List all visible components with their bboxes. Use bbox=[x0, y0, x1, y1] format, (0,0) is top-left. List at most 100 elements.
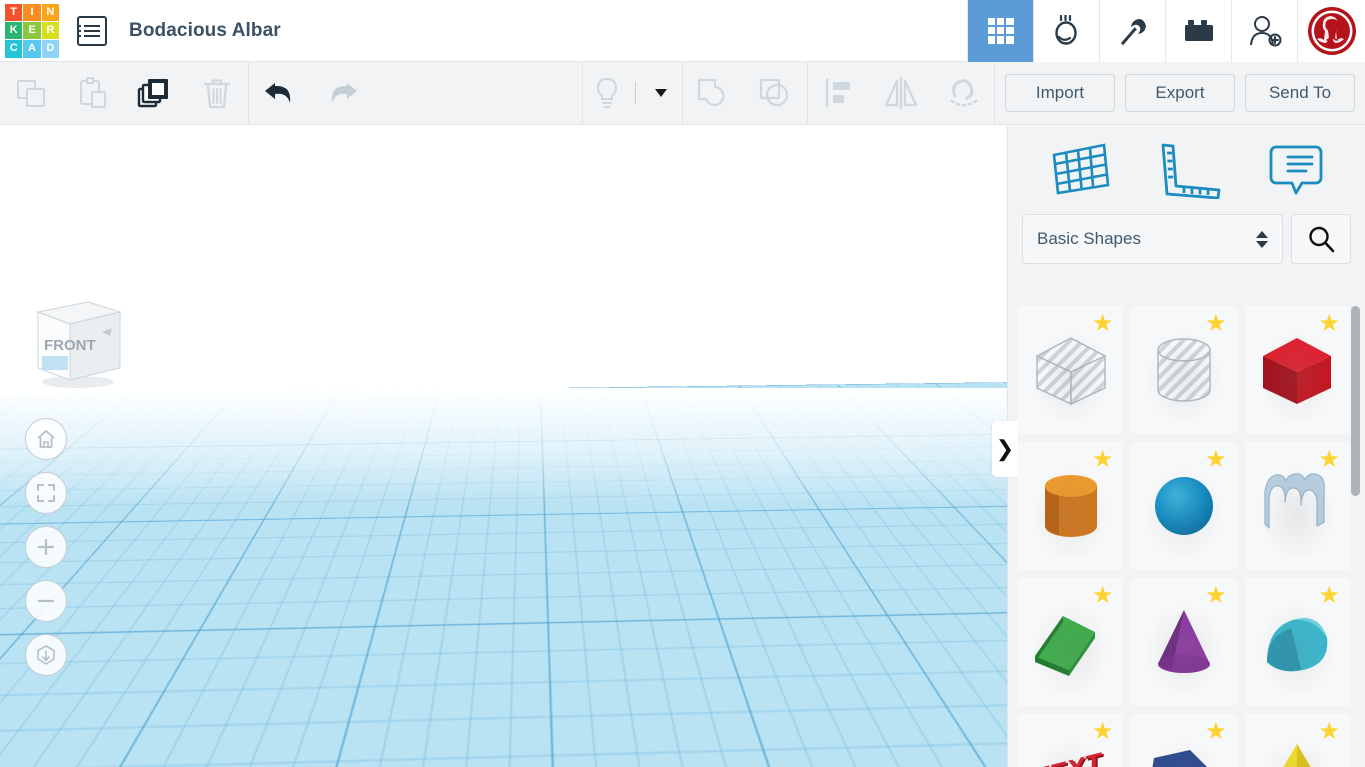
shape-item-sphere[interactable]: ★ bbox=[1131, 442, 1237, 570]
shape-item-pyramid[interactable]: ★ bbox=[1244, 714, 1350, 767]
perspective-toggle-icon bbox=[37, 645, 55, 665]
logo-tile-k: K bbox=[5, 21, 23, 40]
logo-tile-c: C bbox=[5, 40, 23, 58]
star-icon[interactable]: ★ bbox=[1318, 448, 1340, 472]
workplane-grid bbox=[0, 126, 1007, 399]
app-tab-codeblocks[interactable] bbox=[1033, 0, 1099, 62]
app-tab-bricks[interactable] bbox=[1165, 0, 1231, 62]
cell-shadow bbox=[1257, 329, 1338, 419]
shape-category-select[interactable]: Basic Shapes bbox=[1022, 214, 1283, 264]
home-view-icon bbox=[37, 430, 55, 448]
logo-tile-d: D bbox=[41, 40, 59, 58]
ruler-tab[interactable] bbox=[1157, 141, 1223, 199]
cell-shadow bbox=[1030, 465, 1111, 555]
cell-shadow bbox=[1257, 601, 1338, 691]
panel-collapse-button[interactable]: ❯ bbox=[992, 421, 1018, 477]
star-icon[interactable]: ★ bbox=[1318, 312, 1340, 336]
app-tab-invite[interactable] bbox=[1231, 0, 1297, 62]
star-icon[interactable]: ★ bbox=[1092, 312, 1114, 336]
star-icon[interactable]: ★ bbox=[1092, 584, 1114, 608]
view-cube-icon: FRONT bbox=[36, 301, 122, 388]
history-tools bbox=[249, 62, 373, 125]
fit-to-view-button[interactable] bbox=[25, 472, 67, 514]
shape-item-cylinder-hole[interactable]: ★ bbox=[1131, 306, 1237, 434]
paste-button[interactable] bbox=[62, 62, 124, 125]
align-icon bbox=[825, 78, 850, 108]
logo-tile-t: T bbox=[5, 3, 23, 21]
snap-button[interactable] bbox=[932, 62, 994, 125]
chevron-updown-icon bbox=[1256, 230, 1268, 248]
star-icon[interactable]: ★ bbox=[1092, 448, 1114, 472]
grid-apps-icon bbox=[987, 17, 1014, 44]
scene-object-purple-cylinder[interactable] bbox=[322, 522, 884, 702]
user-avatar[interactable] bbox=[1297, 0, 1365, 62]
workplane-tab[interactable] bbox=[1048, 141, 1114, 199]
shape-item-round-roof[interactable]: ★ bbox=[1244, 578, 1350, 706]
zoom-in-button[interactable] bbox=[25, 526, 67, 568]
light-button[interactable] bbox=[583, 62, 631, 125]
copy-button[interactable] bbox=[0, 62, 62, 125]
shape-item-text[interactable]: TEXT TEXT ★ bbox=[1018, 714, 1124, 767]
shape-item-polygon[interactable]: ★ bbox=[1131, 714, 1237, 767]
shape-library-grid[interactable]: ★ ★ ★ ★ ★ ★ ★ ★ ★ ★ ★ ★ bbox=[1008, 298, 1365, 767]
undo-button[interactable] bbox=[249, 62, 311, 125]
chevron-down-icon bbox=[655, 89, 667, 97]
panel-tool-tabs bbox=[1008, 126, 1365, 214]
shape-item-scribble[interactable]: ★ bbox=[1244, 442, 1350, 570]
light-dropdown-button[interactable] bbox=[640, 62, 682, 125]
star-icon[interactable]: ★ bbox=[1318, 720, 1340, 744]
home-view-button[interactable] bbox=[25, 418, 67, 460]
brick-icon bbox=[1184, 19, 1213, 41]
align-button[interactable] bbox=[808, 62, 870, 125]
group-button[interactable] bbox=[683, 62, 745, 125]
trash-icon bbox=[203, 79, 231, 109]
duplicate-button[interactable] bbox=[124, 62, 186, 125]
mirror-button[interactable] bbox=[870, 62, 932, 125]
star-icon[interactable]: ★ bbox=[1205, 312, 1227, 336]
ungroup-button[interactable] bbox=[745, 62, 807, 125]
search-button[interactable] bbox=[1291, 214, 1351, 264]
star-icon[interactable]: ★ bbox=[1205, 448, 1227, 472]
shape-item-roof[interactable]: ★ bbox=[1018, 578, 1124, 706]
group-icon bbox=[697, 78, 725, 107]
cell-shadow bbox=[1030, 329, 1111, 419]
redo-button[interactable] bbox=[311, 62, 373, 125]
app-tab-designs[interactable] bbox=[967, 0, 1033, 62]
delete-button[interactable] bbox=[186, 62, 248, 125]
clipboard-tools bbox=[0, 62, 248, 125]
shape-item-box-hole[interactable]: ★ bbox=[1018, 306, 1124, 434]
star-icon[interactable]: ★ bbox=[1318, 584, 1340, 608]
cell-shadow bbox=[1030, 601, 1111, 691]
zoom-in-icon bbox=[37, 538, 55, 556]
undo-icon bbox=[265, 83, 291, 103]
notes-tab[interactable] bbox=[1266, 141, 1326, 199]
paste-icon bbox=[80, 77, 106, 108]
import-button[interactable]: Import bbox=[1005, 74, 1115, 112]
pickaxe-icon bbox=[1120, 18, 1146, 45]
group-tools bbox=[683, 62, 807, 125]
notes-icon bbox=[1269, 145, 1322, 195]
star-icon[interactable]: ★ bbox=[1092, 720, 1114, 744]
object-top-face bbox=[322, 522, 884, 644]
cell-shadow bbox=[1143, 329, 1224, 419]
star-icon[interactable]: ★ bbox=[1205, 584, 1227, 608]
shape-item-cylinder[interactable]: ★ bbox=[1018, 442, 1124, 570]
logo-tile-n: N bbox=[41, 3, 59, 21]
shape-panel-scrollbar[interactable] bbox=[1351, 306, 1360, 496]
light-divider bbox=[635, 82, 636, 104]
star-icon[interactable]: ★ bbox=[1205, 720, 1227, 744]
cell-shadow bbox=[1257, 465, 1338, 555]
hamburger-list-icon[interactable] bbox=[77, 15, 107, 46]
send-to-button[interactable]: Send To bbox=[1245, 74, 1355, 112]
zoom-out-button[interactable] bbox=[25, 580, 67, 622]
view-cube[interactable]: FRONT bbox=[30, 288, 126, 392]
duplicate-icon bbox=[137, 79, 168, 108]
tinkercad-logo[interactable]: T I N K E R C A D bbox=[5, 3, 59, 58]
export-button[interactable]: Export bbox=[1125, 74, 1235, 112]
3d-viewport[interactable]: FRONT bbox=[0, 126, 1007, 767]
shape-item-cone[interactable]: ★ bbox=[1131, 578, 1237, 706]
perspective-toggle-button[interactable] bbox=[25, 634, 67, 676]
app-tab-minecraft[interactable] bbox=[1099, 0, 1165, 62]
shape-item-box[interactable]: ★ bbox=[1244, 306, 1350, 434]
search-icon bbox=[1309, 226, 1335, 253]
